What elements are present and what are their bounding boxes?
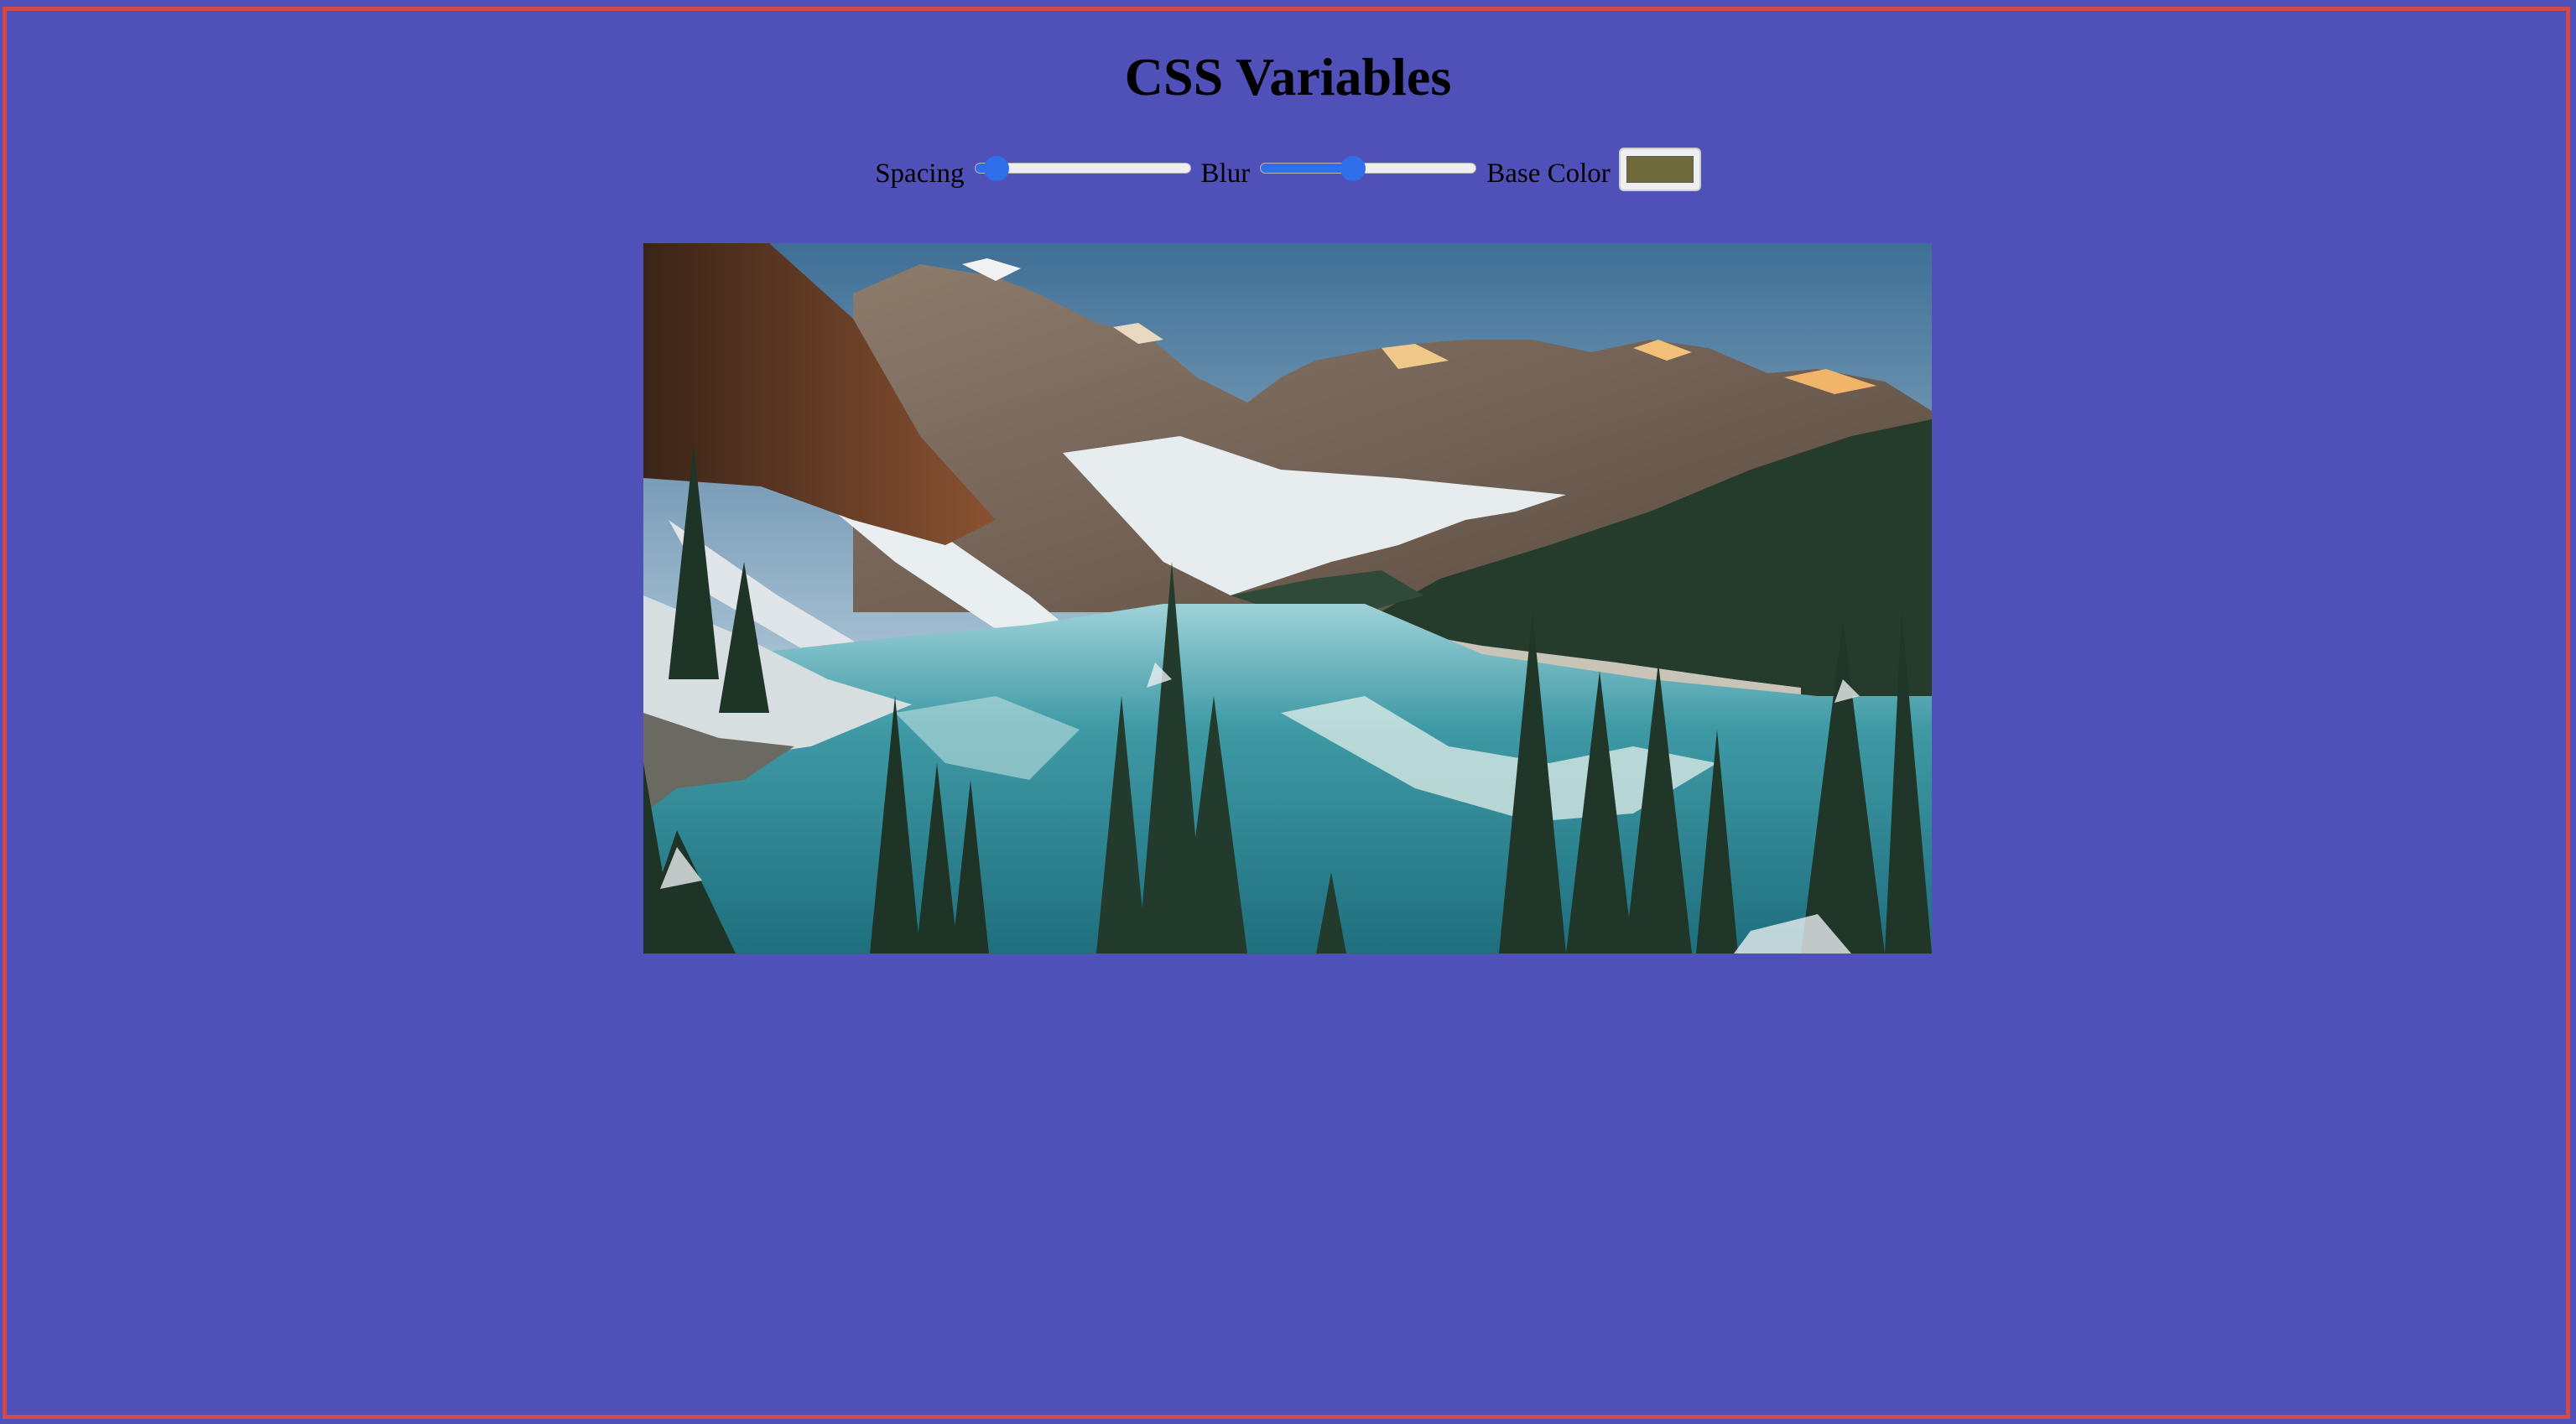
page-title: CSS Variables: [1124, 47, 1452, 107]
blur-label: Blur: [1200, 159, 1251, 189]
spacing-label: Spacing: [875, 159, 965, 189]
blur-slider-thumb[interactable]: [1340, 156, 1366, 181]
spacing-slider[interactable]: [974, 153, 1191, 186]
base-color-label: Base Color: [1486, 159, 1611, 189]
blur-slider-track: [1260, 163, 1477, 174]
controls-bar: Spacing Blur Base Color: [0, 144, 2576, 195]
blur-slider[interactable]: [1260, 153, 1477, 186]
spacing-slider-thumb[interactable]: [983, 156, 1009, 181]
base-color-picker[interactable]: [1618, 148, 1701, 191]
landscape-image: [643, 243, 1932, 954]
base-color-swatch: [1626, 156, 1694, 183]
